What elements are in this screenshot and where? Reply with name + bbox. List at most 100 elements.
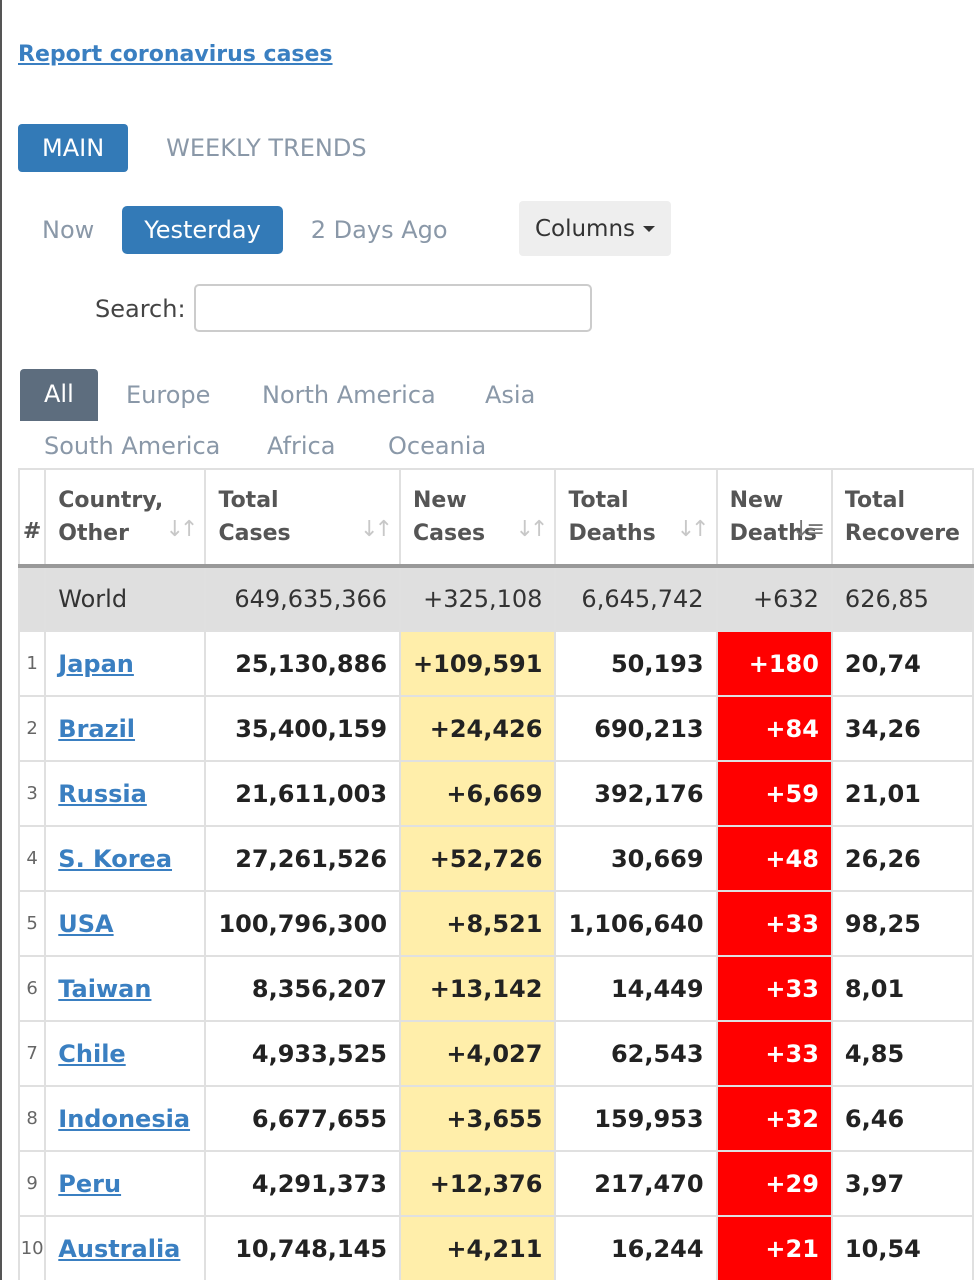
header-total-cases[interactable]: Total Cases ↓↑ — [204, 468, 402, 568]
total-cases-cell: 100,796,300 — [204, 890, 402, 957]
tab-now[interactable]: Now — [24, 206, 116, 254]
new-cases-cell: +13,142 — [399, 955, 557, 1022]
country-cell: S. Korea — [44, 825, 207, 892]
tab-region-all[interactable]: All — [20, 369, 98, 421]
total-deaths-cell: 159,953 — [554, 1085, 718, 1152]
total-recovered-cell: 4,85 — [830, 1020, 974, 1087]
header-total-deaths[interactable]: Total Deaths ↓↑ — [554, 468, 718, 568]
columns-button[interactable]: Columns — [519, 201, 671, 256]
total-deaths-cell: 62,543 — [554, 1020, 718, 1087]
total-deaths-cell: 392,176 — [554, 760, 718, 827]
table-row: 8 Indonesia 6,677,655 +3,655 159,953 +32 6,46 — [17, 1085, 974, 1152]
total-recovered-cell: 6,46 — [830, 1085, 974, 1152]
country-cell: Indonesia — [44, 1085, 207, 1152]
country-link[interactable]: Chile — [58, 1040, 125, 1068]
total-deaths-cell: 217,470 — [554, 1150, 718, 1217]
country-link[interactable]: S. Korea — [58, 845, 172, 873]
header-total-recovered-line2: Recovere — [844, 521, 960, 546]
table-row: 10 Australia 10,748,145 +4,211 16,244 +21 10,5… — [17, 1215, 974, 1280]
header-country[interactable]: Country, Other ↓↑ — [44, 468, 207, 568]
page: Report coronavirus cases MAIN WEEKLY TRE… — [0, 0, 974, 1280]
total-recovered-cell: 3,97 — [830, 1150, 974, 1217]
country-link[interactable]: Australia — [58, 1235, 180, 1263]
header-new-deaths[interactable]: New Deaths ↓≡ — [715, 468, 833, 568]
rank-cell: 8 — [17, 1085, 47, 1152]
tab-yesterday[interactable]: Yesterday — [122, 206, 283, 254]
tab-region-africa[interactable]: Africa — [267, 421, 335, 471]
country-link[interactable]: Japan — [58, 650, 134, 678]
total-deaths-cell: 30,669 — [554, 825, 718, 892]
total-cases-cell: 6,677,655 — [204, 1085, 402, 1152]
rank-cell: 3 — [17, 760, 47, 827]
total-cases-cell: 21,611,003 — [204, 760, 402, 827]
world-rank-cell — [17, 565, 47, 632]
table-row: 9 Peru 4,291,373 +12,376 217,470 +29 3,97 — [17, 1150, 974, 1217]
country-cell: Russia — [44, 760, 207, 827]
new-deaths-cell: +33 — [715, 955, 833, 1022]
tab-weekly-trends[interactable]: WEEKLY TRENDS — [142, 124, 390, 172]
report-cases-link[interactable]: Report coronavirus cases — [18, 42, 333, 67]
total-recovered-cell: 26,26 — [830, 825, 974, 892]
header-total-recovered[interactable]: Total Recovere — [830, 468, 974, 568]
world-new-deaths-cell: +632 — [715, 565, 833, 632]
sort-desc-icon: ↓≡ — [792, 517, 825, 542]
country-cell: Australia — [44, 1215, 207, 1280]
caret-down-icon — [643, 225, 656, 232]
country-cell: Japan — [44, 630, 207, 697]
new-deaths-cell: +33 — [715, 890, 833, 957]
new-deaths-cell: +48 — [715, 825, 833, 892]
header-rank-label: # — [22, 519, 42, 544]
rank-cell: 6 — [17, 955, 47, 1022]
total-cases-cell: 4,291,373 — [204, 1150, 402, 1217]
country-link[interactable]: Taiwan — [58, 975, 151, 1003]
tab-region-north-america[interactable]: North America — [262, 370, 436, 420]
rank-cell: 10 — [17, 1215, 47, 1280]
total-deaths-cell: 1,106,640 — [554, 890, 718, 957]
total-recovered-cell: 20,74 — [830, 630, 974, 697]
total-deaths-cell: 690,213 — [554, 695, 718, 762]
tab-region-europe[interactable]: Europe — [126, 370, 210, 420]
day-tabs: Now Yesterday 2 Days Ago — [24, 205, 476, 255]
new-cases-cell: +4,211 — [399, 1215, 557, 1280]
country-link[interactable]: Russia — [58, 780, 147, 808]
tab-region-oceania[interactable]: Oceania — [388, 421, 486, 471]
country-link[interactable]: Indonesia — [58, 1105, 190, 1133]
new-deaths-cell: +180 — [715, 630, 833, 697]
total-recovered-cell: 98,25 — [830, 890, 974, 957]
new-deaths-cell: +32 — [715, 1085, 833, 1152]
total-cases-cell: 35,400,159 — [204, 695, 402, 762]
new-cases-cell: +24,426 — [399, 695, 557, 762]
sort-arrows-icon: ↓↑ — [360, 517, 393, 542]
table-row: 2 Brazil 35,400,159 +24,426 690,213 +84 34,26 — [17, 695, 974, 762]
table-row: 5 USA 100,796,300 +8,521 1,106,640 +33 98,25 — [17, 890, 974, 957]
country-cell: Peru — [44, 1150, 207, 1217]
table-header-row: # Country, Other ↓↑ Total Cases ↓↑ New C… — [17, 468, 974, 568]
country-cell: Brazil — [44, 695, 207, 762]
search-label: Search: — [95, 295, 186, 323]
new-deaths-cell: +29 — [715, 1150, 833, 1217]
table-row: 7 Chile 4,933,525 +4,027 62,543 +33 4,85 — [17, 1020, 974, 1087]
header-rank[interactable]: # — [17, 468, 47, 568]
search-input[interactable] — [194, 284, 592, 332]
country-link[interactable]: Brazil — [58, 715, 135, 743]
total-cases-cell: 25,130,886 — [204, 630, 402, 697]
tab-region-south-america[interactable]: South America — [44, 421, 220, 471]
rank-cell: 1 — [17, 630, 47, 697]
sort-arrows-icon: ↓↑ — [676, 517, 710, 542]
covid-table: # Country, Other ↓↑ Total Cases ↓↑ New C… — [17, 468, 974, 1280]
main-tabs: MAIN WEEKLY TRENDS — [18, 123, 391, 173]
header-new-cases[interactable]: New Cases ↓↑ — [399, 468, 557, 568]
sort-arrows-icon: ↓↑ — [515, 517, 549, 542]
rank-cell: 2 — [17, 695, 47, 762]
tab-region-asia[interactable]: Asia — [485, 370, 535, 420]
new-deaths-cell: +59 — [715, 760, 833, 827]
total-recovered-cell: 21,01 — [830, 760, 974, 827]
table-row: 3 Russia 21,611,003 +6,669 392,176 +59 21,01 — [17, 760, 974, 827]
total-recovered-cell: 10,54 — [830, 1215, 974, 1280]
country-link[interactable]: Peru — [58, 1170, 121, 1198]
total-cases-cell: 27,261,526 — [204, 825, 402, 892]
sort-arrows-icon: ↓↑ — [165, 517, 199, 542]
tab-main[interactable]: MAIN — [18, 124, 129, 172]
country-link[interactable]: USA — [58, 910, 113, 938]
tab-2-days-ago[interactable]: 2 Days Ago — [289, 206, 470, 254]
